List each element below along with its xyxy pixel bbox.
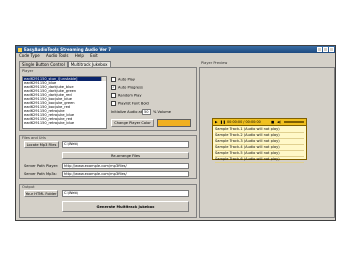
close-button[interactable]	[329, 47, 334, 52]
menu-code-type[interactable]: Code Type	[19, 53, 40, 58]
jukebox-player-preview: ▶ ❚❚ 00:00:00 / 00:00:00 ■ ◀) Sample Tra…	[212, 118, 307, 163]
locate-mp3-files-button[interactable]: Locate Mp3 Files	[24, 141, 59, 148]
generate-jukebox-button[interactable]: Generate Multitrack Jukebox	[62, 201, 189, 212]
rearrange-files-button[interactable]: Re-arrange Files	[62, 152, 189, 159]
playlist-scrollbar[interactable]	[101, 77, 106, 81]
server-path-player-input[interactable]: http://www.example.com/mp3files/	[62, 163, 189, 169]
server-path-mp3s-input[interactable]: http://www.example.com/mp3files/	[62, 171, 189, 177]
checkbox-box	[111, 93, 116, 98]
app-icon	[18, 48, 22, 52]
html-folder-button[interactable]: Your HTML Folder	[24, 190, 58, 197]
pause-icon[interactable]: ❚❚	[220, 120, 226, 124]
auto-progress-label: Auto Progress	[118, 85, 143, 90]
files-group-label: Files and Urls	[22, 136, 46, 140]
playlist-font-bold-checkbox[interactable]: Playlist Font Bold	[111, 101, 149, 106]
maximize-button[interactable]	[323, 47, 328, 52]
random-play-label: Random Play	[118, 93, 142, 98]
checkbox-box	[111, 77, 116, 82]
menu-exit[interactable]: Exit	[90, 53, 98, 58]
checkbox-box	[111, 101, 116, 106]
track-item[interactable]: Sample Track-6 (Audio will not play)	[215, 157, 304, 163]
checkmark-icon: ✓	[111, 85, 116, 90]
change-player-color-button[interactable]: Change Player Color	[111, 119, 154, 127]
stop-icon[interactable]: ■	[271, 120, 274, 124]
minimize-button[interactable]	[317, 47, 322, 52]
list-item[interactable]: ead6291150_retrojuke_blue	[23, 121, 106, 125]
random-play-checkbox[interactable]: Random Play	[111, 93, 142, 98]
initial-audio-label: Initialize Audio at	[111, 110, 143, 114]
mp3-folder-field[interactable]: C:\Web\	[62, 141, 189, 148]
output-group-label: Output	[22, 185, 35, 189]
title-bar: EasyAudioTools Streaming Audio Ver 7	[16, 46, 335, 53]
percent-volume-label: % Volume	[153, 110, 171, 114]
server-path-mp3s-label: Server Path Mp3s:	[24, 172, 57, 176]
playlist-font-bold-label: Playlist Font Bold	[118, 101, 149, 106]
window-title: EasyAudioTools Streaming Audio Ver 7	[24, 47, 112, 52]
auto-progress-checkbox[interactable]: ✓ Auto Progress	[111, 85, 143, 90]
menu-audio-tools[interactable]: Audio Tools	[46, 53, 69, 58]
playlist-listbox[interactable]: ead6291150_stun_l[unstable] ead6291150_b…	[22, 76, 107, 129]
auto-play-label: Auto Play	[118, 77, 135, 82]
initial-volume-input[interactable]: 50	[142, 109, 151, 115]
html-folder-field[interactable]: C:\Web\	[62, 190, 189, 197]
track-list: Sample Track-1 (Audio will not play) Sam…	[215, 127, 304, 163]
player-group-label: Player	[22, 69, 34, 73]
play-icon[interactable]: ▶	[215, 120, 218, 124]
time-display: 00:00:00 / 00:00:00	[227, 120, 261, 124]
volume-slider[interactable]	[284, 121, 304, 123]
player-preview-label: Player Preview	[201, 61, 228, 65]
volume-icon[interactable]: ◀)	[277, 120, 281, 124]
server-path-player-label: Server Path Player:	[24, 164, 59, 168]
player-control-bar: ▶ ❚❚ 00:00:00 / 00:00:00 ■ ◀)	[213, 119, 306, 126]
menu-bar: Code Type Audio Tools Help Exit	[16, 53, 335, 59]
menu-help[interactable]: Help	[75, 53, 84, 58]
player-color-swatch[interactable]	[157, 119, 191, 127]
auto-play-checkbox[interactable]: Auto Play	[111, 77, 135, 82]
